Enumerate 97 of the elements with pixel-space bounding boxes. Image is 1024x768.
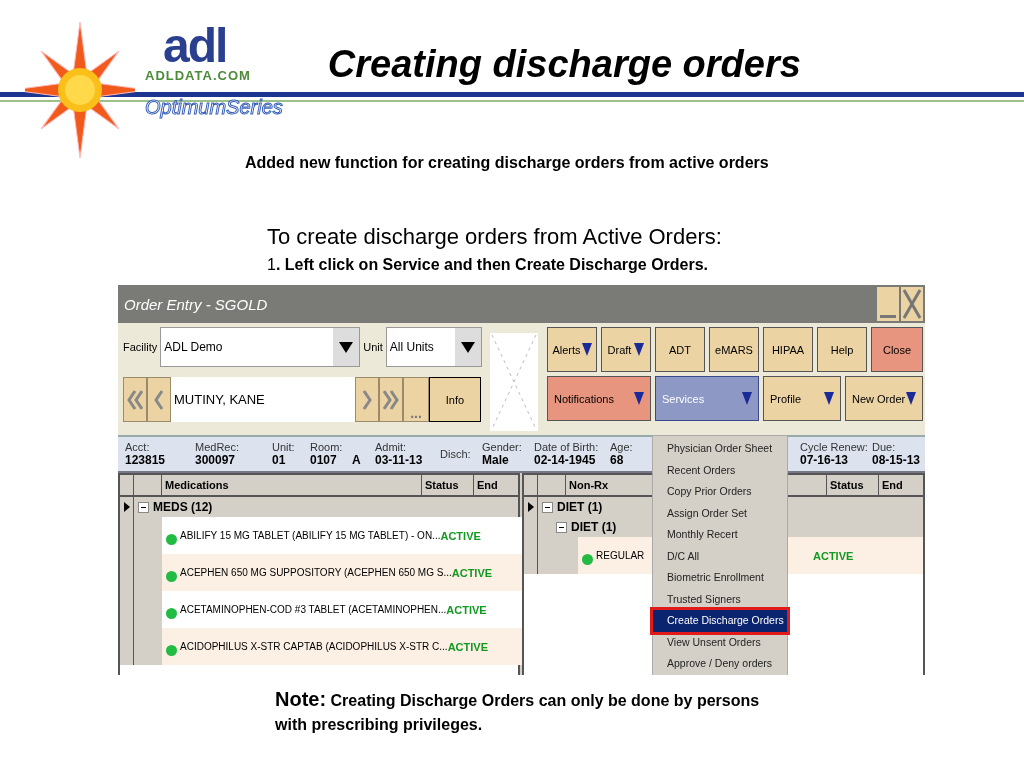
dropdown-arrow-icon bbox=[824, 392, 834, 405]
info-button[interactable]: Info bbox=[429, 377, 481, 422]
info-value: 01 bbox=[272, 454, 286, 467]
chevron-right-icon bbox=[362, 388, 372, 411]
toolbar-button[interactable]: Help bbox=[817, 327, 867, 372]
row-pointer-icon bbox=[123, 502, 130, 512]
previous-patient-button[interactable] bbox=[147, 377, 171, 422]
next-patient-button[interactable] bbox=[355, 377, 379, 422]
toolbar-button[interactable]: ADT bbox=[655, 327, 705, 372]
menu-item[interactable]: Assign Order Set bbox=[653, 502, 787, 524]
info-label: Date of Birth: bbox=[534, 441, 599, 454]
menu-item[interactable]: Trusted Signers bbox=[653, 588, 787, 610]
menu-item[interactable]: Create Discharge Orders bbox=[653, 610, 787, 632]
info-label: Due: bbox=[872, 441, 896, 454]
menu-item[interactable]: Monthly Recert bbox=[653, 524, 787, 546]
medication-name: ACIDOPHILUS X-STR CAPTAB (ACIDOPHILUS X-STR C... bbox=[180, 639, 448, 654]
status-text: ACTIVE bbox=[813, 548, 855, 563]
last-patient-button[interactable] bbox=[379, 377, 403, 422]
column-header: End bbox=[476, 478, 499, 493]
status-text: ACTIVE bbox=[447, 639, 489, 654]
info-value: Male bbox=[482, 454, 509, 467]
info-label: MedRec: bbox=[195, 441, 240, 454]
slide-subtitle: Added new function for creating discharge orders from active orders bbox=[245, 153, 770, 173]
medication-name: ABILIFY 15 MG TABLET (ABILIFY 15 MG TABLET) - ON... bbox=[180, 528, 441, 543]
info-value: 08-15-13 bbox=[872, 454, 921, 467]
collapse-toggle-icon[interactable] bbox=[542, 501, 553, 513]
facility-label: Facility bbox=[123, 341, 158, 353]
sun-logo-icon bbox=[25, 20, 135, 160]
dropdown-arrow-icon bbox=[339, 341, 354, 353]
domain-text: ADLDATA.COM bbox=[145, 68, 251, 84]
intro-text: To create discharge orders from Active Orders: bbox=[267, 224, 723, 250]
menu-item[interactable]: View Unsent Orders bbox=[653, 631, 787, 653]
series-name: OptimumSeries bbox=[145, 96, 283, 118]
close-icon[interactable] bbox=[901, 287, 923, 321]
first-patient-button[interactable] bbox=[123, 377, 147, 422]
double-chevron-right-icon bbox=[383, 388, 399, 411]
info-value: A bbox=[352, 454, 361, 467]
group-label: DIET (1) bbox=[557, 500, 603, 514]
info-label: Gender: bbox=[482, 441, 522, 454]
column-header: End bbox=[881, 478, 904, 493]
dropdown-arrow-icon bbox=[742, 392, 752, 405]
info-label: Age: bbox=[610, 441, 633, 454]
unit-dropdown[interactable]: All Units bbox=[385, 327, 482, 367]
info-value: 300097 bbox=[195, 454, 236, 467]
menu-button[interactable]: New Order bbox=[845, 376, 923, 421]
patient-name-field[interactable]: MUTINY, KANE bbox=[171, 377, 355, 422]
slide-title: Creating discharge orders bbox=[327, 42, 801, 87]
menu-item[interactable]: D/C All bbox=[653, 545, 787, 567]
info-label: Disch: bbox=[440, 447, 471, 461]
info-label: Acct: bbox=[125, 441, 150, 454]
toolbar-button[interactable]: Close bbox=[871, 327, 923, 372]
info-value: 07-16-13 bbox=[800, 454, 849, 467]
menu-button[interactable]: Profile bbox=[763, 376, 841, 421]
dropdown-arrow-icon bbox=[581, 343, 592, 356]
column-header: Medications bbox=[162, 475, 422, 495]
status-text: ACTIVE bbox=[440, 528, 482, 543]
minimize-icon[interactable] bbox=[877, 287, 899, 321]
info-label: Cycle Renew: bbox=[800, 441, 868, 454]
medication-name: ACEPHEN 650 MG SUPPOSITORY (ACEPHEN 650 MG S... bbox=[180, 565, 452, 580]
collapse-toggle-icon[interactable] bbox=[556, 521, 567, 533]
status-text: ACTIVE bbox=[446, 602, 488, 617]
info-value: 123815 bbox=[125, 454, 166, 467]
dropdown-arrow-icon bbox=[460, 341, 475, 353]
group-label: MEDS (12) bbox=[153, 500, 213, 514]
info-value: 68 bbox=[610, 454, 624, 467]
column-header: Status bbox=[827, 475, 879, 495]
info-value: 0107 bbox=[310, 454, 337, 467]
toolbar-button[interactable]: eMARS bbox=[709, 327, 759, 372]
dropdown-arrow-icon bbox=[634, 343, 645, 356]
diet-name: REGULAR bbox=[596, 548, 645, 563]
row-pointer-icon bbox=[527, 502, 534, 512]
collapse-toggle-icon[interactable] bbox=[138, 501, 149, 513]
step-text: 1. Left click on Service and then Create Discharge Orders. bbox=[267, 255, 710, 275]
unit-label: Unit bbox=[363, 341, 383, 353]
info-label: Admit: bbox=[375, 441, 407, 454]
menu-item[interactable]: Biometric Enrollment bbox=[653, 567, 787, 589]
menu-item[interactable]: Physician Order Sheet bbox=[653, 438, 787, 460]
chevron-left-icon bbox=[154, 388, 164, 411]
window-title: Order Entry - SGOLD bbox=[124, 295, 268, 313]
column-header: Status bbox=[422, 475, 474, 495]
medication-name: ACETAMINOPHEN-COD #3 TABLET (ACETAMINOPHEN... bbox=[180, 602, 447, 617]
toolbar-button[interactable]: HIPAA bbox=[763, 327, 813, 372]
double-chevron-left-icon bbox=[127, 388, 143, 411]
info-label: Room: bbox=[310, 441, 343, 454]
info-value: 03-11-13 bbox=[375, 454, 423, 467]
info-value: 02-14-1945 bbox=[534, 454, 596, 467]
menu-button[interactable]: Notifications bbox=[547, 376, 651, 421]
brand-name: adl bbox=[163, 24, 227, 68]
note-text: Note: Creating Discharge Orders can only be done by persons with prescribing privileges. bbox=[275, 687, 761, 735]
facility-dropdown[interactable]: ADL Demo bbox=[160, 327, 361, 367]
toolbar-button[interactable]: Alerts bbox=[547, 327, 597, 372]
group-label: DIET (1) bbox=[571, 520, 617, 534]
info-label: Unit: bbox=[272, 441, 295, 454]
dropdown-arrow-icon bbox=[634, 392, 644, 405]
menu-item[interactable]: Approve / Deny orders bbox=[653, 653, 787, 675]
dropdown-arrow-icon bbox=[906, 392, 916, 405]
toolbar-button[interactable]: Draft bbox=[601, 327, 651, 372]
